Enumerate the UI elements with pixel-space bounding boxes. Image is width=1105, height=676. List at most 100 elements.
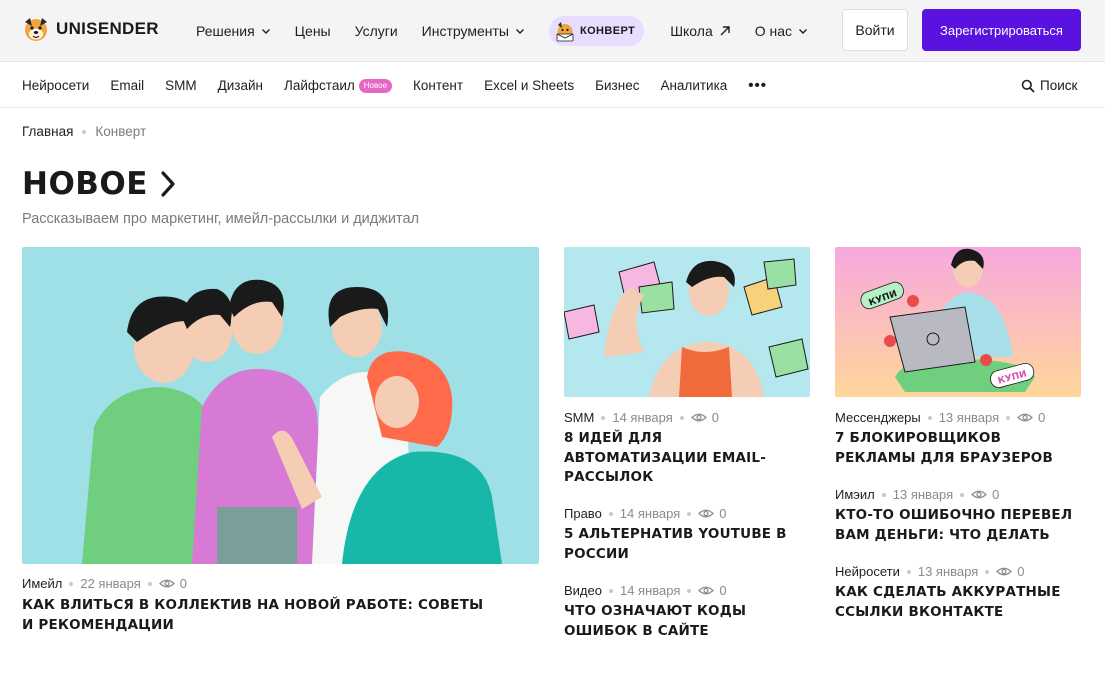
nav-item-label: Цены bbox=[294, 23, 331, 39]
nav-item-tools[interactable]: Инструменты bbox=[422, 23, 525, 39]
meta-separator bbox=[906, 569, 911, 574]
meta-separator bbox=[679, 415, 684, 420]
article-meta: SMM 14 января 0 bbox=[564, 410, 719, 425]
article-title[interactable]: КТО-ТО ОШИБОЧНО ПЕРЕВЕЛ ВАМ ДЕНЬГИ: ЧТО … bbox=[835, 506, 1081, 545]
nav-item-label: Инструменты bbox=[421, 23, 509, 39]
article-views: 0 bbox=[179, 576, 187, 591]
main-navigation: Решения Цены Услуги Инструменты КОНВЕРТ bbox=[196, 0, 832, 62]
meta-separator bbox=[687, 511, 692, 516]
nav-item-label: Решения bbox=[196, 23, 255, 39]
category-lifestyle[interactable]: Лайфстаил Новое bbox=[284, 78, 393, 93]
article-image-email-automation[interactable] bbox=[564, 247, 810, 397]
article-title[interactable]: КАК СДЕЛАТЬ АККУРАТНЫЕ ССЫЛКИ ВКОНТАКТЕ bbox=[835, 583, 1075, 622]
meta-separator bbox=[601, 415, 606, 420]
category-label: Лайфстаил bbox=[284, 78, 355, 93]
category-content[interactable]: Контент bbox=[413, 78, 463, 93]
eye-icon bbox=[971, 490, 988, 499]
category-design[interactable]: Дизайн bbox=[218, 78, 263, 93]
category-list: Нейросети Email SMM Дизайн Лайфстаил Нов… bbox=[22, 63, 788, 108]
article-category[interactable]: Имэил bbox=[835, 487, 875, 502]
brand-logo[interactable]: UNISENDER bbox=[22, 14, 159, 44]
page-subtitle: Рассказываем про маркетинг, имейл-рассыл… bbox=[22, 211, 420, 227]
category-label: Бизнес bbox=[595, 78, 640, 93]
article-category[interactable]: Видео bbox=[564, 583, 602, 598]
category-email[interactable]: Email bbox=[110, 78, 144, 93]
nav-item-label: Школа bbox=[670, 23, 713, 39]
article-date: 13 января bbox=[938, 410, 1000, 425]
konvert-mascot-icon bbox=[556, 22, 574, 42]
article-meta: Нейросети 13 января 0 bbox=[835, 564, 1025, 579]
article-category[interactable]: SMM bbox=[564, 410, 594, 425]
hero-article-title[interactable]: КАК ВЛИТЬСЯ В КОЛЛЕКТИВ НА НОВОЙ РАБОТЕ:… bbox=[22, 596, 492, 635]
meta-separator bbox=[1006, 415, 1011, 420]
article-meta: Право 14 января 0 bbox=[564, 506, 726, 521]
hero-article-image[interactable] bbox=[22, 247, 539, 564]
breadcrumb-separator bbox=[82, 129, 87, 134]
article-date: 13 января bbox=[892, 487, 954, 502]
article-title[interactable]: 8 ИДЕЙ ДЛЯ АВТОМАТИЗАЦИИ EMAIL-РАССЫЛОК bbox=[564, 429, 794, 488]
category-analytics[interactable]: Аналитика bbox=[660, 78, 727, 93]
article-views: 0 bbox=[1038, 410, 1046, 425]
article-date: 14 января bbox=[612, 410, 673, 425]
search-button[interactable]: Поиск bbox=[1021, 63, 1077, 108]
category-smm[interactable]: SMM bbox=[165, 78, 197, 93]
hero-article-meta: Имейл 22 января 0 bbox=[22, 576, 187, 591]
eye-icon bbox=[698, 586, 715, 595]
register-button[interactable]: Зарегистрироваться bbox=[922, 9, 1081, 51]
meta-separator bbox=[985, 569, 990, 574]
article-title[interactable]: ЧТО ОЗНАЧАЮТ КОДЫ ОШИБОК В САЙТЕ bbox=[564, 602, 794, 641]
meta-separator bbox=[881, 492, 886, 497]
chevron-down-icon bbox=[799, 29, 808, 34]
category-business[interactable]: Бизнес bbox=[595, 78, 639, 93]
login-button[interactable]: Войти bbox=[842, 9, 908, 51]
article-title[interactable]: 7 БЛОКИРОВЩИКОВ РЕКЛАМЫ ДЛЯ БРАУЗЕРОВ bbox=[835, 429, 1075, 468]
eye-icon bbox=[698, 509, 715, 518]
meta-separator bbox=[608, 511, 613, 516]
article-views: 0 bbox=[992, 487, 1000, 502]
search-label: Поиск bbox=[1040, 78, 1078, 93]
konvert-label: КОНВЕРТ bbox=[579, 25, 636, 37]
nav-item-school[interactable]: Школа bbox=[670, 23, 731, 39]
article-date: 14 января bbox=[619, 506, 681, 521]
article-category[interactable]: Нейросети bbox=[835, 564, 900, 579]
chevron-right-icon bbox=[161, 171, 175, 197]
nav-item-about[interactable]: О нас bbox=[755, 23, 808, 39]
meta-separator bbox=[69, 581, 74, 586]
nav-item-konvert[interactable]: КОНВЕРТ bbox=[548, 16, 645, 46]
article-image-ad-blockers[interactable]: КУПИ КУПИ bbox=[835, 247, 1081, 397]
breadcrumb-current: Конверт bbox=[95, 124, 147, 139]
article-title[interactable]: 5 АЛЬТЕРНАТИВ YOUTUBE В РОССИИ bbox=[564, 525, 794, 564]
dog-mascot-icon bbox=[25, 18, 47, 41]
category-label: Аналитика bbox=[660, 78, 728, 93]
breadcrumb: Главная Конверт bbox=[22, 124, 146, 139]
section-title-link[interactable]: НОВОЕ bbox=[22, 166, 178, 202]
breadcrumb-home-link[interactable]: Главная bbox=[22, 124, 73, 139]
chevron-down-icon bbox=[261, 29, 270, 34]
nav-item-solutions[interactable]: Решения bbox=[196, 23, 271, 39]
article-date: 14 января bbox=[619, 583, 681, 598]
more-categories-button[interactable]: ••• bbox=[748, 77, 767, 94]
category-excel-sheets[interactable]: Excel и Sheets bbox=[484, 78, 574, 93]
site-header: UNISENDER Решения Цены Услуги Инструмент… bbox=[0, 0, 1105, 62]
article-category[interactable]: Право bbox=[564, 506, 602, 521]
article-category[interactable]: Имейл bbox=[22, 576, 62, 591]
nav-item-prices[interactable]: Цены bbox=[295, 23, 331, 39]
meta-separator bbox=[927, 415, 932, 420]
meta-separator bbox=[687, 588, 692, 593]
article-views: 0 bbox=[719, 506, 727, 521]
external-link-arrow-icon bbox=[720, 26, 730, 36]
article-date: 13 января bbox=[917, 564, 979, 579]
category-label: Контент bbox=[413, 78, 464, 93]
category-neural-networks[interactable]: Нейросети bbox=[22, 78, 89, 93]
meta-separator bbox=[608, 588, 613, 593]
ad-blocker-illustration: КУПИ КУПИ bbox=[835, 247, 1081, 397]
category-label: SMM bbox=[165, 78, 197, 93]
brand-name: UNISENDER bbox=[56, 19, 159, 38]
eye-icon bbox=[1017, 413, 1033, 422]
article-views: 0 bbox=[719, 583, 727, 598]
eye-icon bbox=[158, 579, 175, 588]
chevron-down-icon bbox=[515, 29, 524, 34]
article-category[interactable]: Мессенджеры bbox=[835, 410, 921, 425]
nav-item-services[interactable]: Услуги bbox=[355, 23, 398, 39]
nav-item-label: Услуги bbox=[354, 23, 398, 39]
